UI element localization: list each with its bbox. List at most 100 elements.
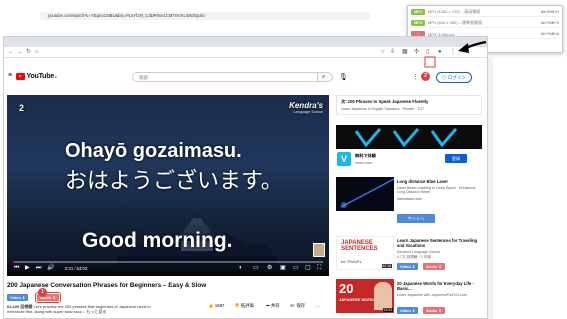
thumbnail-sentences[interactable]: JAPANESE SENTENCES for TRAVEL 42:16 [336, 236, 394, 270]
search-input[interactable]: 検索 [132, 72, 318, 82]
ad-register-button[interactable]: 登録 [445, 154, 467, 163]
playlist-panel[interactable]: 次: 100 Phrases to Speak Japanese Fluentl… [336, 95, 482, 115]
region-code: JP [54, 74, 58, 79]
like-count: 1687 [214, 303, 225, 308]
step-marker-2: 2 [421, 72, 430, 81]
thumb-sub: for TRAVEL [341, 259, 362, 264]
presenter-image [374, 282, 392, 310]
popup-shortcut: Alt+Shift+A [541, 32, 559, 36]
dislike-label: 低評価 [240, 303, 254, 308]
scrollbar[interactable] [488, 57, 493, 319]
sidebar-item-title[interactable]: Long distance Blue Laser [397, 179, 448, 184]
sidebar-item-title[interactable]: Learn Japanese Sentences for Traveling a… [397, 238, 482, 248]
video-download-badge[interactable]: Video ⇩ [397, 263, 419, 270]
laser-beam-image [336, 177, 394, 211]
settings-icon[interactable]: ⚙ [267, 265, 272, 271]
progress-bar[interactable] [13, 261, 323, 263]
thumb-number: 20 [339, 281, 354, 296]
dislike-button[interactable]: 👎 低評価 [234, 303, 254, 309]
captions-icon[interactable]: ▭ [253, 265, 259, 271]
duration-badge: 12:11 [382, 308, 393, 312]
popup-label: MP4 (1280 x 720) – 高画質版 [428, 9, 481, 14]
ad-title: 無料で体験 [355, 153, 376, 158]
brand-name: Kendra's [289, 101, 323, 110]
hamburger-menu-icon[interactable]: ≡ [8, 72, 12, 79]
thumb-text: JAPANESE WORDS [339, 297, 377, 302]
popup-item-mp4-hd[interactable]: MP4 MP4 (1280 x 720) – 高画質版 Alt+Shift+D [411, 8, 559, 17]
share-button[interactable]: ➦ 共有 [266, 303, 280, 309]
login-button[interactable]: ◎ ログイン [436, 72, 472, 83]
youtube-play-icon [16, 73, 25, 80]
ad-sub: vimeo.com [355, 161, 373, 165]
logo-text: YouTube [26, 73, 55, 80]
like-button[interactable]: 👍 1687 [208, 303, 224, 309]
duration-badge: 42:16 [381, 264, 392, 268]
vimeo-logo-pattern [336, 125, 482, 149]
brand-watermark: Kendra's Language School [289, 101, 323, 114]
sidebar-item-sub: Learn Japanese with JapanesePod101.com [397, 293, 467, 297]
more-options-icon[interactable]: ⋮ [412, 73, 419, 81]
autoplay-toggle-icon[interactable]: ◐ [239, 265, 243, 271]
play-icon[interactable]: ▶ [25, 265, 30, 271]
kana-subtitle: おはようございます。 [65, 169, 283, 194]
puzzle-icon[interactable]: ✣ [414, 49, 419, 55]
vimeo-icon: V [337, 152, 351, 166]
forward-icon[interactable]: → [17, 49, 23, 55]
volume-icon[interactable]: 🔊 [47, 265, 54, 271]
popup-label: MP4 (640 x 360) – 標準画質版 [428, 20, 483, 25]
extension-download-icon[interactable]: ⇩ [390, 49, 395, 55]
search-placeholder: 検索 [139, 75, 149, 80]
address-bar[interactable]: youtube.com/watch?v=YEqe1C6iBU&list=PL4Y… [40, 12, 370, 20]
more-actions-button[interactable]: … [315, 303, 319, 308]
search-button[interactable]: ⌕ [317, 72, 333, 82]
youtube-logo[interactable]: YouTube JP [16, 73, 57, 80]
presenter-avatar [313, 243, 325, 257]
step-marker-1: 1 [38, 288, 47, 297]
sidebar-icon[interactable]: ▯ [426, 49, 429, 55]
back-icon[interactable]: ← [8, 49, 14, 55]
fullscreen-icon[interactable]: ⛶ [317, 265, 321, 271]
popup-tag: MP4 [411, 9, 425, 15]
search-icon: ⌕ [322, 74, 326, 80]
next-icon[interactable]: ⏭ [36, 265, 41, 271]
playlist-title: 次: 100 Phrases to Speak Japanese Fluentl… [341, 99, 429, 104]
video-download-badge[interactable]: Video ⇩ [7, 294, 29, 301]
audio-download-badge[interactable]: Audio ⇩ [423, 307, 445, 314]
sidebar-item-sub: Kendra's Language School [397, 250, 441, 254]
extension-icon[interactable]: ▦ [402, 49, 408, 55]
video-title: 200 Japanese Conversation Phrases for Be… [7, 282, 207, 289]
ad-banner[interactable] [336, 125, 482, 149]
popup-tag: MP4 [411, 20, 425, 26]
video-download-badge[interactable]: Video ⇩ [397, 307, 419, 314]
miniplayer-icon[interactable]: ▣ [280, 265, 286, 271]
video-description: 64,426 回視聴 Let's practice the 200 phrase… [7, 304, 167, 314]
home-icon[interactable]: ⌂ [35, 49, 39, 55]
audio-download-badge[interactable]: Audio ⇩ [423, 263, 445, 270]
visit-site-button[interactable]: サイトへ [397, 214, 435, 223]
popup-shortcut: Alt+Shift+D [540, 10, 559, 14]
sidebar-item-title[interactable]: 20 Japanese Words for Everyday Life - Ba… [397, 281, 482, 291]
menu-dots-icon[interactable]: ⋮ [450, 49, 456, 55]
previous-icon[interactable]: ⏮ [14, 265, 19, 271]
bookmark-icon[interactable]: ☆ [380, 49, 385, 55]
sidebar-item-channel: bairealaser.com [397, 197, 423, 201]
time-display: 0:21 / 53:03 [65, 266, 88, 271]
reload-icon[interactable]: ↻ [26, 49, 31, 55]
thumbnail-laser[interactable] [336, 177, 394, 211]
microphone-icon[interactable]: 🎙 [339, 73, 348, 81]
tab-bar [4, 37, 487, 47]
url-text: youtube.com/watch?v=YEqe1C6iBU&list=PL4Y… [48, 13, 205, 18]
theater-icon[interactable]: ▭ [293, 265, 299, 271]
thumbnail-20-words[interactable]: 20 JAPANESE WORDS 12:11 [336, 279, 394, 313]
popup-shortcut: Alt+Shift+S [541, 21, 559, 25]
video-player[interactable]: 2 Kendra's Language School Ohayō gozaima… [7, 95, 329, 276]
save-label: 保存 [296, 303, 306, 308]
thumb-text: JAPANESE SENTENCES [341, 240, 378, 252]
sidebar-item-channel: 4.7万 回視聴・2 年前 [397, 255, 432, 259]
save-button[interactable]: ≡+ 保存 [290, 303, 305, 309]
popup-item-mp4-sd[interactable]: MP4 MP4 (640 x 360) – 標準画質版 Alt+Shift+S [411, 19, 559, 28]
cast-icon[interactable]: ▢ [305, 265, 311, 271]
sidebar-item-sub: Laser Beam reaching to Deep Space · Enha… [397, 186, 476, 195]
profile-icon[interactable]: ● [438, 49, 442, 55]
browser-toolbar: ← → ↻ ⌂ ☆ ⇩ ▦ ✣ ▯ ● ⋮ [4, 47, 487, 58]
